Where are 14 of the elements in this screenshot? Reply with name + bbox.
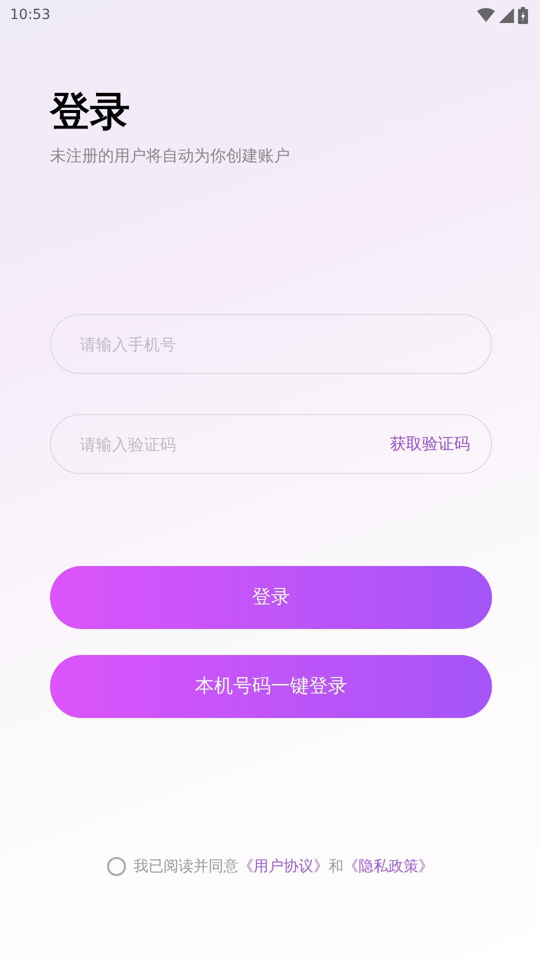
agreement-radio[interactable] [106,856,126,876]
agreement-link[interactable]: 《用户协议》 [238,857,328,875]
status-time: 10:53 [10,6,50,24]
one-click-login-button[interactable]: 本机号码一键登录 [50,655,492,718]
get-code-button[interactable]: 获取验证码 [390,432,470,456]
subtitle: 未注册的用户将自动为你创建账户 [50,145,291,167]
phone-field[interactable]: 请输入手机号 [50,314,492,374]
battery-icon [518,6,528,24]
login-button[interactable]: 登录 [50,566,492,629]
agreement-text: 我已阅读并同意《用户协议》和《隐私政策》 [134,856,434,877]
signal-icon [499,8,514,22]
wifi-icon [477,8,495,22]
agreement-link[interactable]: 《隐私政策》 [344,857,434,875]
page-title: 登录 [50,88,131,136]
